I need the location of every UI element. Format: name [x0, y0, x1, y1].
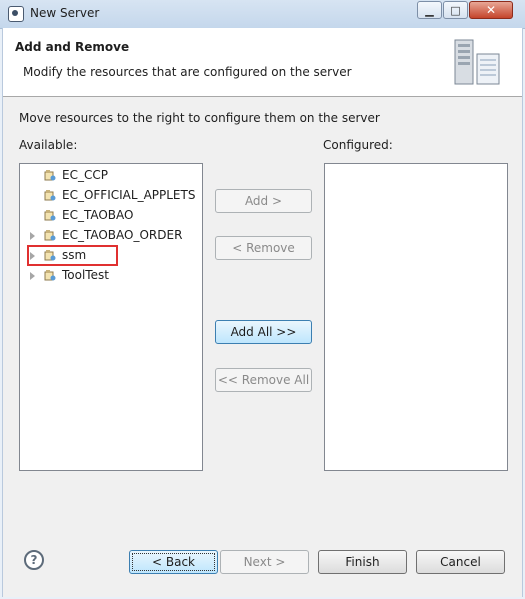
window-title-bar[interactable]: New Server ▁ □ ✕ — [0, 0, 525, 29]
page-title: Add and Remove — [15, 40, 130, 54]
window-title: New Server — [30, 6, 100, 20]
tree-item-ec-ccp[interactable]: EC_CCP — [20, 166, 200, 186]
tree-item-label: EC_OFFICIAL_APPLETS — [62, 188, 196, 202]
maximize-button[interactable]: □ — [443, 1, 468, 19]
configured-resources-list[interactable] — [324, 163, 508, 471]
highlight-box — [27, 245, 118, 266]
add-all-button[interactable]: Add All >> — [215, 320, 312, 344]
tree-item-ec-taobao[interactable]: EC_TAOBAO — [20, 206, 200, 226]
eclipse-icon — [8, 6, 24, 22]
project-icon — [44, 270, 56, 281]
project-icon — [44, 190, 56, 201]
configured-label: Configured: — [323, 138, 393, 152]
tree-item-label: EC_TAOBAO_ORDER — [62, 228, 183, 242]
project-icon — [44, 230, 56, 241]
help-icon[interactable]: ? — [24, 550, 44, 570]
available-label: Available: — [19, 138, 78, 152]
wizard-header: Add and Remove Modify the resources that… — [3, 28, 522, 97]
add-button[interactable]: Add > — [215, 189, 312, 213]
tree-item-label: EC_CCP — [62, 168, 108, 182]
remove-button[interactable]: < Remove — [215, 236, 312, 260]
remove-all-button[interactable]: << Remove All — [215, 368, 312, 392]
page-description: Modify the resources that are configured… — [23, 65, 352, 79]
tree-item-tooltest[interactable]: ToolTest — [20, 266, 200, 286]
available-resources-list[interactable]: EC_CCP EC_OFFICIAL_APPLETS EC_TAOBAO EC_… — [19, 163, 203, 471]
tree-item-label: ToolTest — [62, 268, 109, 282]
tree-item-ec-taobao-order[interactable]: EC_TAOBAO_ORDER — [20, 226, 200, 246]
instruction-text: Move resources to the right to configure… — [19, 111, 380, 125]
cancel-button[interactable]: Cancel — [416, 550, 505, 574]
close-button[interactable]: ✕ — [469, 1, 513, 19]
project-icon — [44, 210, 56, 221]
next-button[interactable]: Next > — [220, 550, 309, 574]
project-icon — [44, 170, 56, 181]
expand-arrow-icon[interactable] — [30, 272, 35, 280]
expand-arrow-icon[interactable] — [30, 232, 35, 240]
tree-item-ec-official-applets[interactable]: EC_OFFICIAL_APPLETS — [20, 186, 200, 206]
minimize-button[interactable]: ▁ — [417, 1, 442, 19]
tree-item-label: EC_TAOBAO — [62, 208, 134, 222]
finish-button[interactable]: Finish — [318, 550, 407, 574]
dialog-body: Add and Remove Modify the resources that… — [2, 28, 523, 597]
server-icon — [454, 39, 500, 85]
back-button[interactable]: < Back — [129, 550, 218, 574]
